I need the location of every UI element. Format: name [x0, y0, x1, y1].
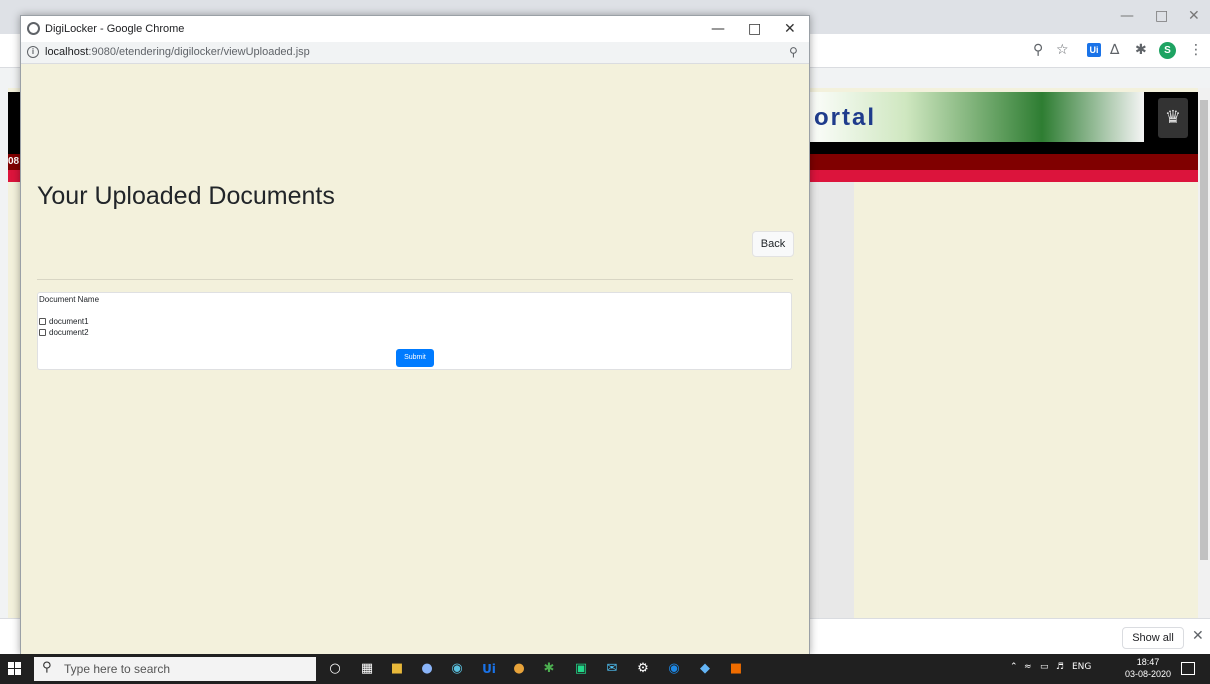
popup-url[interactable]: localhost:9080/etendering/digilocker/vie… [45, 46, 310, 58]
popup-minimize-icon[interactable]: — [711, 20, 725, 38]
notification-center-icon[interactable] [1181, 662, 1195, 675]
settings-gear-icon[interactable]: ⚙ [634, 660, 652, 678]
document-checkbox[interactable] [39, 329, 46, 336]
input-language[interactable]: ENG [1072, 662, 1091, 672]
taskbar-search-input[interactable]: ⚲ Type here to search [34, 657, 316, 681]
zoom-icon[interactable]: ⚲ [1033, 42, 1043, 58]
pycharm-icon[interactable]: ▣ [572, 660, 590, 678]
clock-date: 03-08-2020 [1125, 669, 1172, 679]
cortana-icon[interactable]: ○ [326, 660, 344, 678]
scrollbar-thumb[interactable] [1200, 100, 1208, 560]
battery-icon[interactable]: ▭ [1040, 662, 1049, 672]
teamviewer-icon[interactable]: ◉ [665, 660, 683, 678]
uipath-icon[interactable]: Ui [480, 660, 498, 678]
page-scrollbar[interactable] [1198, 88, 1210, 618]
bookmark-star-icon[interactable]: ☆ [1056, 42, 1069, 58]
taskbar-clock[interactable]: 18:47 03-08-2020 [1125, 656, 1171, 680]
profile-avatar[interactable]: S [1159, 42, 1176, 59]
documents-form: Document Name document1 document2 Submit [37, 292, 792, 370]
app-icon[interactable]: ◉ [448, 660, 466, 678]
url-path: :9080/etendering/digilocker/viewUploaded… [88, 46, 310, 58]
popup-window-title: DigiLocker - Google Chrome [45, 23, 185, 35]
divider [37, 279, 793, 280]
url-host: localhost [45, 46, 89, 58]
windows-start-icon[interactable] [8, 662, 22, 676]
chrome-icon[interactable]: ● [510, 660, 528, 678]
nav-bar-text: 08 [8, 156, 20, 167]
popup-close-icon[interactable]: ✕ [784, 20, 796, 38]
maximize-icon[interactable]: □ [1155, 8, 1168, 24]
search-icon: ⚲ [42, 660, 52, 675]
close-icon[interactable]: ✕ [1188, 8, 1200, 24]
chrome-globe-icon [27, 22, 40, 35]
uipath-extension-icon[interactable]: Ui [1087, 43, 1101, 57]
app-icon[interactable]: ● [418, 660, 436, 678]
app-icon[interactable]: ◆ [696, 660, 714, 678]
national-emblem-icon: ♛ [1158, 98, 1188, 138]
banner-portal-text: ortal [814, 104, 877, 131]
app-icon[interactable]: ✱ [540, 660, 558, 678]
file-explorer-icon[interactable]: ■ [388, 660, 406, 678]
document-item[interactable]: document2 [39, 328, 89, 337]
task-view-icon[interactable]: ▦ [358, 660, 376, 678]
popup-maximize-icon[interactable]: □ [748, 20, 761, 38]
clock-time: 18:47 [1136, 657, 1160, 667]
show-all-button[interactable]: Show all [1122, 627, 1184, 649]
puzzle-extensions-icon[interactable]: ✱ [1135, 42, 1147, 58]
document-checkbox[interactable] [39, 318, 46, 325]
volume-icon[interactable]: ♬ [1056, 662, 1064, 672]
document-item[interactable]: document1 [39, 317, 89, 326]
mail-icon[interactable]: ✉ [603, 660, 621, 678]
site-info-icon[interactable]: i [27, 46, 39, 58]
popup-title-bar: DigiLocker - Google Chrome — □ ✕ [21, 16, 809, 42]
minimize-icon[interactable]: — [1120, 8, 1134, 24]
side-panel [808, 182, 854, 618]
document-name-label: Document Name [39, 295, 100, 304]
extension-icon[interactable]: ∆ [1110, 42, 1119, 58]
menu-kebab-icon[interactable]: ⋮ [1189, 42, 1203, 58]
search-placeholder: Type here to search [64, 662, 171, 676]
tray-chevron-icon[interactable]: ⌃ [1010, 662, 1018, 672]
app-icon[interactable]: ■ [727, 660, 745, 678]
document-item-label: document2 [49, 328, 89, 337]
popup-zoom-icon[interactable]: ⚲ [789, 45, 798, 59]
back-button[interactable]: Back [752, 231, 794, 257]
windows-taskbar: ⚲ Type here to search ○ ▦ ■ ● ◉ Ui ● ✱ ▣… [0, 654, 1210, 684]
network-icon[interactable]: ≈ [1024, 662, 1032, 672]
download-bar-close-icon[interactable]: ✕ [1192, 628, 1204, 644]
submit-button[interactable]: Submit [396, 349, 434, 367]
page-heading: Your Uploaded Documents [37, 182, 335, 210]
digilocker-popup-window: DigiLocker - Google Chrome — □ ✕ i local… [20, 15, 810, 655]
popup-address-bar[interactable]: i localhost:9080/etendering/digilocker/v… [21, 42, 809, 64]
document-item-label: document1 [49, 317, 89, 326]
